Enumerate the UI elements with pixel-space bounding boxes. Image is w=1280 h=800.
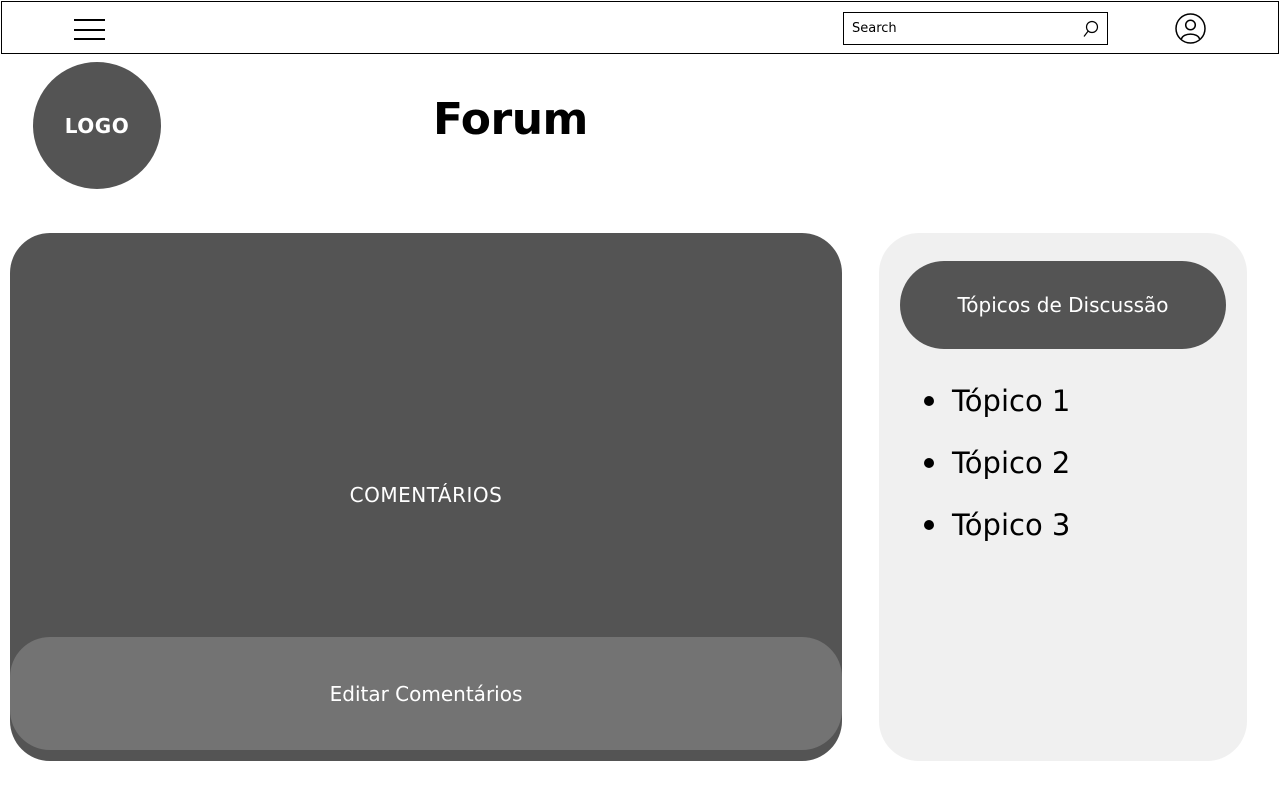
search-icon[interactable] [1083,20,1099,38]
discussion-topics-button[interactable]: Tópicos de Discussão [900,261,1226,349]
menu-icon-line [74,19,105,21]
edit-comments-button-label: Editar Comentários [329,681,523,706]
page-title: Forum [433,94,588,145]
edit-comments-button[interactable]: Editar Comentários [10,637,842,750]
menu-icon[interactable] [74,19,105,40]
menu-icon-line [74,29,105,31]
topics-list: Tópico 1 Tópico 2 Tópico 3 [924,381,1070,567]
logo-text: LOGO [64,113,130,138]
topic-item[interactable]: Tópico 3 [924,505,1070,567]
top-navigation-bar [1,1,1279,54]
comments-panel: COMENTÁRIOS Editar Comentários [10,233,842,761]
topic-item[interactable]: Tópico 1 [924,381,1070,443]
logo: LOGO [33,62,161,189]
topics-panel: Tópicos de Discussão Tópico 1 Tópico 2 T… [879,233,1247,761]
search-box [843,12,1108,45]
search-input[interactable] [844,13,1079,44]
topic-item[interactable]: Tópico 2 [924,443,1070,505]
comments-label: COMENTÁRIOS [349,483,503,507]
menu-icon-line [74,38,105,40]
discussion-topics-label: Tópicos de Discussão [957,293,1169,317]
user-profile-icon[interactable] [1175,13,1206,44]
